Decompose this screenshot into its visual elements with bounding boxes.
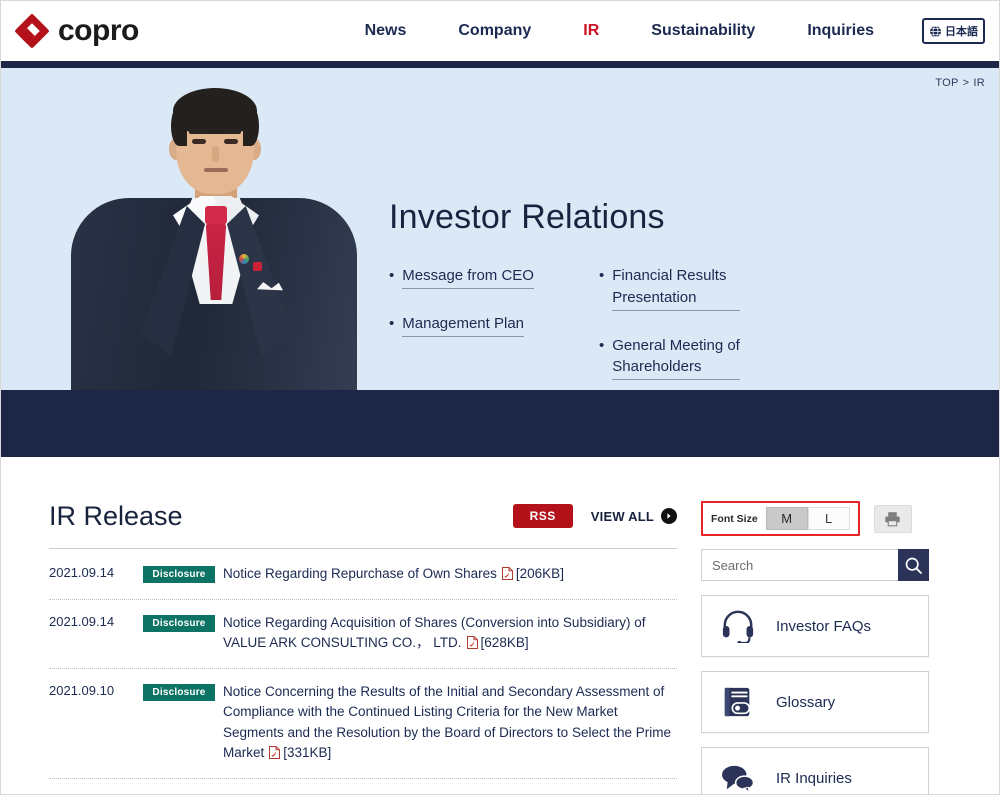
ir-release-column: IR Release RSS VIEW ALL 2021.09.14 Discl…: [49, 501, 677, 795]
hero-content: Investor Relations • Message from CEO • …: [389, 198, 809, 390]
search-button[interactable]: [898, 549, 929, 581]
pdf-icon: [501, 566, 513, 587]
hero-link-grid: • Message from CEO • Management Plan • F…: [389, 265, 809, 390]
font-size-button-m[interactable]: M: [765, 507, 808, 530]
nav-item-inquiries[interactable]: Inquiries: [781, 22, 900, 40]
language-switch-button[interactable]: 日本語: [922, 18, 985, 44]
ir-release-header: IR Release RSS VIEW ALL: [49, 501, 677, 532]
sidebar-card-label: Investor FAQs: [776, 617, 872, 635]
release-badge-wrap: Disclosure: [143, 682, 223, 766]
hero-link-management-plan[interactable]: Management Plan: [402, 313, 525, 337]
release-title[interactable]: Notice Concerning the Results of the Ini…: [223, 682, 677, 766]
main-content: IR Release RSS VIEW ALL 2021.09.14 Discl…: [1, 457, 999, 795]
site-header: copro News Company IR Sustainability Inq…: [1, 1, 999, 61]
search-icon: [905, 557, 922, 574]
release-file-size: [331KB]: [283, 745, 332, 761]
navy-divider-band: [1, 390, 999, 457]
pdf-icon: [269, 745, 281, 766]
nav-item-news[interactable]: News: [339, 22, 433, 40]
ir-release-list: 2021.09.14 Disclosure Notice Regarding R…: [49, 551, 677, 795]
hero-link-general-meeting-of-shareholders[interactable]: General Meeting of Shareholders: [612, 335, 741, 380]
nav-item-ir[interactable]: IR: [557, 22, 625, 40]
hero-link-item: • General Meeting of Shareholders: [599, 335, 809, 380]
release-file-size: [206KB]: [515, 566, 564, 581]
globe-icon: [930, 25, 941, 37]
nav-item-sustainability[interactable]: Sustainability: [625, 22, 781, 40]
book-icon: [718, 685, 758, 719]
release-title-text: Notice Regarding Repurchase of Own Share…: [223, 566, 497, 581]
release-badge-wrap: Disclosure: [143, 564, 223, 587]
speech-bubbles-icon: [718, 763, 758, 793]
bullet-icon: •: [599, 336, 605, 354]
search-input[interactable]: [701, 549, 898, 581]
release-badge-wrap: IR Library: [143, 792, 223, 794]
release-title[interactable]: Financial Results Explanatory Material f…: [223, 792, 677, 795]
nav-item-company[interactable]: Company: [432, 22, 557, 40]
table-row: 2021.09.14 Disclosure Notice Regarding R…: [49, 551, 677, 600]
breadcrumb-current: IR: [973, 77, 985, 89]
sidebar-card-label: Glossary: [776, 693, 836, 711]
release-date: 2021.08.06: [49, 792, 143, 794]
page-root: copro News Company IR Sustainability Inq…: [0, 0, 1000, 795]
headset-icon: [718, 609, 758, 643]
section-title: IR Release: [49, 501, 183, 531]
ceo-portrait-image: [61, 86, 361, 390]
page-title: Investor Relations: [389, 198, 665, 236]
hero-link-item: • Message from CEO: [389, 265, 599, 289]
section-tools: RSS VIEW ALL: [512, 504, 677, 532]
sidebar-card-glossary[interactable]: Glossary: [701, 671, 929, 733]
bullet-icon: •: [599, 267, 605, 284]
status-badge: Disclosure: [143, 566, 215, 583]
font-size-control: Font Size M L: [701, 501, 860, 536]
sidebar: Font Size M L Search Investor FAQs Gloss…: [701, 501, 929, 794]
release-date: 2021.09.14: [49, 613, 115, 629]
release-title[interactable]: Notice Regarding Acquisition of Shares (…: [223, 613, 677, 656]
breadcrumb-separator: >: [962, 77, 970, 89]
main-navigation: News Company IR Sustainability Inquiries…: [339, 18, 985, 44]
table-row: 2021.09.10 Disclosure Notice Concerning …: [49, 669, 677, 779]
hero-top-bar: [1, 61, 999, 68]
hero-link-item: • Management Plan: [389, 313, 599, 337]
diamond-logo-icon: [14, 13, 50, 49]
release-file-size: [628KB]: [480, 635, 529, 651]
rss-button[interactable]: RSS: [512, 504, 573, 528]
release-date: 2021.09.14: [49, 565, 115, 580]
hero-link-message-from-ceo[interactable]: Message from CEO: [402, 265, 534, 289]
font-size-label: Font Size: [711, 512, 758, 525]
arrow-right-circle-icon: [661, 508, 677, 524]
bullet-icon: •: [389, 314, 395, 332]
release-badge-wrap: Disclosure: [143, 613, 223, 656]
search-bar: [701, 549, 929, 581]
status-badge: Disclosure: [143, 683, 215, 701]
breadcrumb: TOP > IR: [935, 77, 985, 89]
font-size-buttons: M L: [765, 507, 850, 530]
status-badge: Disclosure: [143, 614, 215, 632]
printer-icon: [885, 511, 900, 526]
sidebar-tools: Font Size M L: [701, 501, 929, 536]
site-logo[interactable]: copro: [14, 13, 139, 49]
view-all-button[interactable]: VIEW ALL: [591, 508, 677, 524]
bullet-icon: •: [389, 267, 395, 284]
sidebar-card-investor-faqs[interactable]: Investor FAQs: [701, 595, 929, 657]
table-row: 2021.08.06 IR Library Financial Results …: [49, 779, 677, 795]
pdf-icon: [466, 635, 478, 656]
language-switch-label: 日本語: [945, 26, 978, 38]
sidebar-card-ir-inquiries[interactable]: IR Inquiries: [701, 747, 929, 794]
view-all-label: VIEW ALL: [590, 508, 654, 524]
breadcrumb-home[interactable]: TOP: [935, 77, 958, 89]
release-date: 2021.09.10: [49, 682, 115, 698]
table-row: 2021.09.14 Disclosure Notice Regarding A…: [49, 600, 677, 669]
hero-link-financial-results-presentation[interactable]: Financial Results Presentation: [612, 265, 741, 311]
font-size-button-l[interactable]: L: [807, 507, 850, 530]
logo-wordmark: copro: [58, 14, 139, 47]
release-title-text: Notice Regarding Acquisition of Shares (…: [223, 614, 646, 651]
sidebar-card-label: IR Inquiries: [776, 769, 852, 787]
hero-link-item: • Financial Results Presentation: [599, 265, 809, 311]
print-button[interactable]: [873, 504, 912, 533]
section-divider: [49, 548, 677, 549]
release-title[interactable]: Notice Regarding Repurchase of Own Share…: [223, 564, 677, 587]
hero-section: TOP > IR Investor Relations • Message fr…: [1, 68, 999, 390]
